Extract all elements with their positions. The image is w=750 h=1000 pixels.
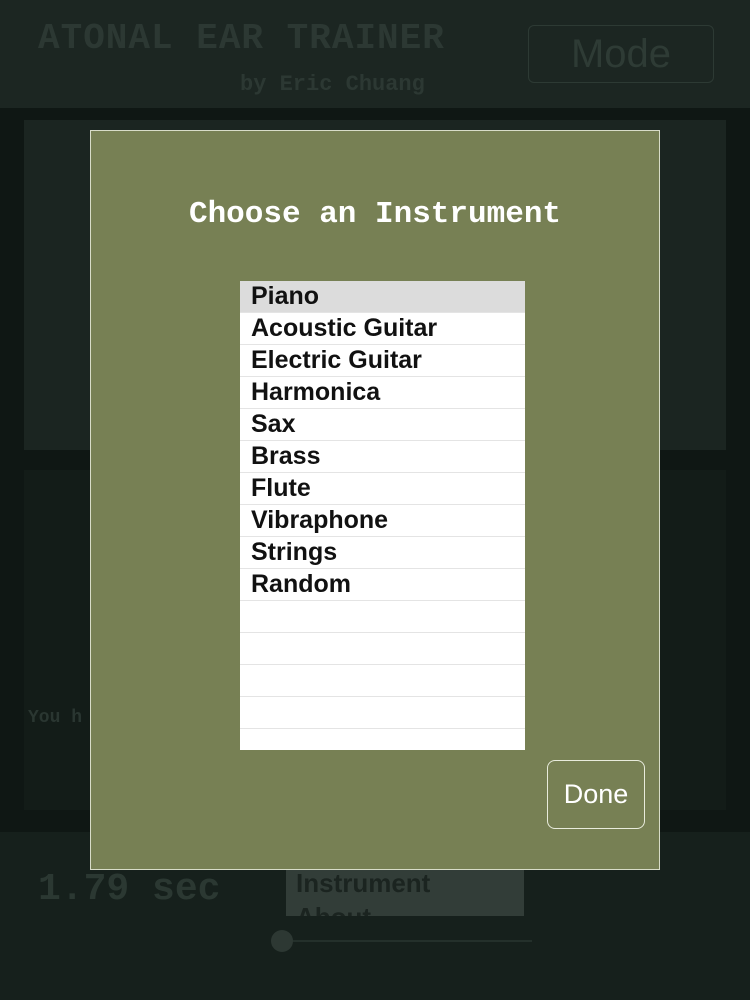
empty-row — [240, 665, 525, 697]
instrument-dialog: Choose an Instrument Piano Acoustic Guit… — [90, 130, 660, 870]
instrument-option-sax[interactable]: Sax — [240, 409, 525, 441]
settings-menu: Instrument About — [286, 866, 524, 916]
app-title: ATONAL EAR TRAINER — [38, 18, 445, 59]
instrument-option-piano[interactable]: Piano — [240, 281, 525, 313]
instrument-option-strings[interactable]: Strings — [240, 537, 525, 569]
menu-item-about[interactable]: About — [286, 900, 524, 916]
instrument-option-flute[interactable]: Flute — [240, 473, 525, 505]
timer-display: 1.79 sec — [38, 868, 221, 911]
menu-item-instrument[interactable]: Instrument — [286, 866, 524, 900]
speed-slider-thumb[interactable] — [271, 930, 293, 952]
hint-text: You h — [28, 708, 83, 728]
instrument-option-electric-guitar[interactable]: Electric Guitar — [240, 345, 525, 377]
instrument-option-acoustic-guitar[interactable]: Acoustic Guitar — [240, 313, 525, 345]
dialog-title: Choose an Instrument — [188, 197, 562, 232]
instrument-option-random[interactable]: Random — [240, 569, 525, 601]
app-subtitle: by Eric Chuang — [240, 72, 425, 97]
instrument-option-harmonica[interactable]: Harmonica — [240, 377, 525, 409]
instrument-list[interactable]: Piano Acoustic Guitar Electric Guitar Ha… — [240, 281, 525, 750]
empty-row — [240, 697, 525, 729]
mode-button[interactable]: Mode — [528, 25, 714, 83]
speed-slider-track[interactable] — [282, 940, 532, 942]
done-button[interactable]: Done — [547, 760, 645, 829]
app-header: ATONAL EAR TRAINER by Eric Chuang Mode — [0, 0, 750, 108]
empty-row — [240, 729, 525, 750]
empty-row — [240, 633, 525, 665]
instrument-option-brass[interactable]: Brass — [240, 441, 525, 473]
instrument-option-vibraphone[interactable]: Vibraphone — [240, 505, 525, 537]
empty-row — [240, 601, 525, 633]
